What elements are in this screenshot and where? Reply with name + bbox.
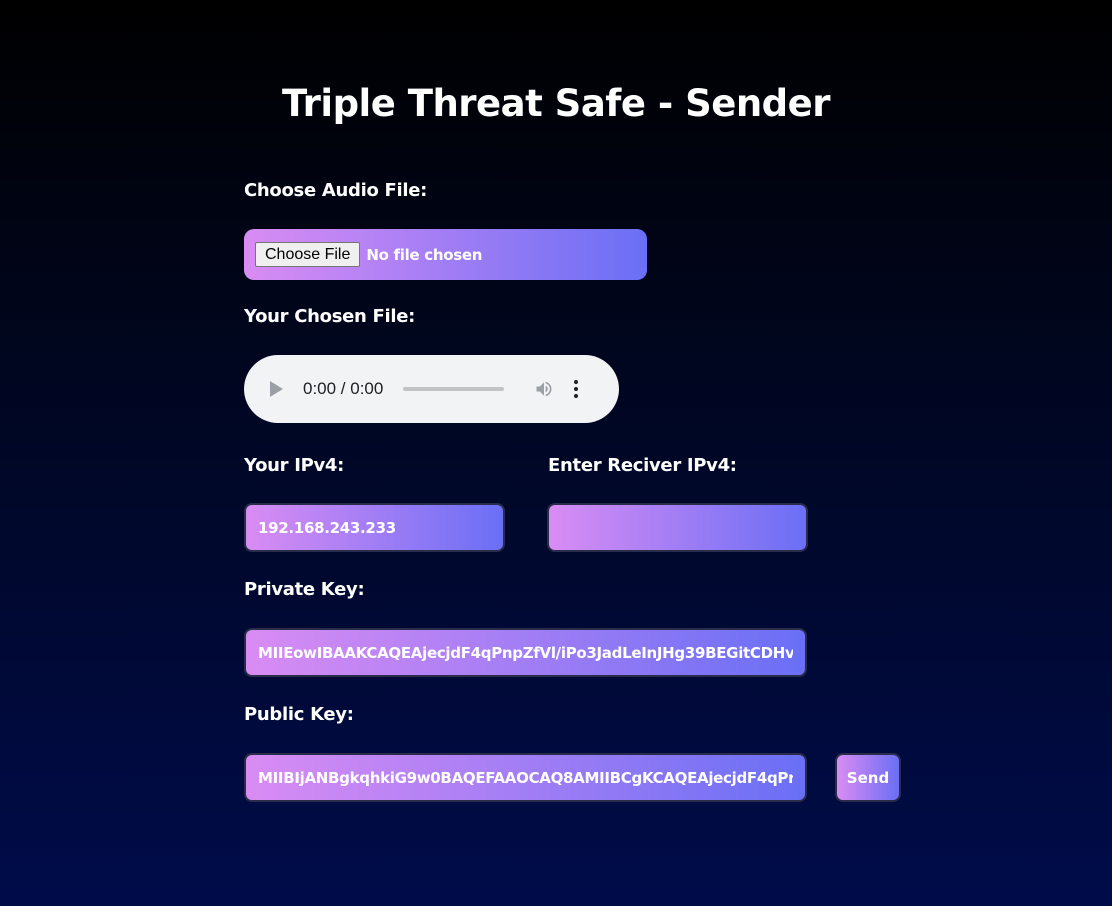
audio-file-label: Choose Audio File: <box>244 180 428 201</box>
audio-progress-slider[interactable] <box>403 387 505 391</box>
audio-player[interactable]: 0:00 / 0:00 <box>244 355 619 423</box>
your-ip-label: Your IPv4: <box>244 455 345 476</box>
send-button[interactable]: Send <box>835 753 901 802</box>
volume-icon[interactable] <box>534 379 554 399</box>
more-options-icon[interactable] <box>574 380 579 398</box>
file-status-text: No file chosen <box>366 245 483 264</box>
chosen-file-label: Your Chosen File: <box>244 306 416 327</box>
private-key-label: Private Key: <box>244 579 365 600</box>
receiver-ip-input[interactable] <box>547 503 808 552</box>
page-title: Triple Threat Safe - Sender <box>281 82 831 125</box>
public-key-label: Public Key: <box>244 704 354 725</box>
play-icon[interactable] <box>270 381 283 397</box>
your-ip-input[interactable] <box>244 503 505 552</box>
private-key-input[interactable] <box>244 628 807 677</box>
audio-file-input[interactable]: Choose File No file chosen <box>244 229 647 280</box>
public-key-input[interactable] <box>244 753 807 802</box>
choose-file-button[interactable]: Choose File <box>255 242 361 267</box>
receiver-ip-label: Enter Reciver IPv4: <box>548 455 737 476</box>
audio-time-display: 0:00 / 0:00 <box>303 379 384 398</box>
